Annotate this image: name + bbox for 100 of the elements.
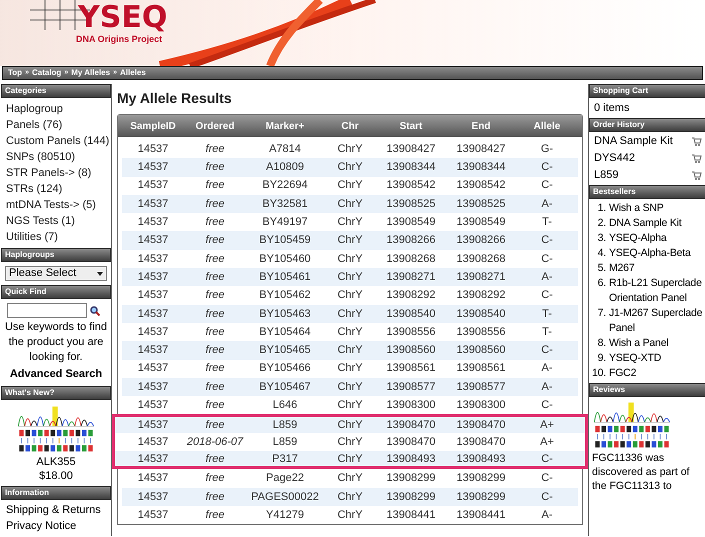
list-number: 9. (596, 351, 606, 366)
table-cell-text: free (204, 306, 226, 322)
information-link[interactable]: Shipping & Returns (6, 502, 106, 518)
table-cell-text: ChrY (336, 196, 364, 212)
table-cell-text: ChrY (336, 343, 364, 358)
table-cell-text: 14537 (136, 398, 170, 414)
table-cell-text: 13908549 (386, 215, 436, 230)
table-cell-text: 13908299 (456, 490, 506, 505)
table-cell-text: free (204, 178, 226, 194)
category-link[interactable]: Panels (76) (6, 117, 106, 133)
bestseller-link[interactable]: Wish a Panel (609, 336, 668, 351)
table-cell-text: 13908441 (386, 508, 436, 523)
cart-icon[interactable] (691, 153, 702, 164)
box-header: Order History (589, 118, 705, 132)
table-cell-text: 13908344 (386, 160, 436, 176)
table-cell-text: free (204, 215, 226, 230)
table-cell-text: T- (541, 324, 553, 340)
list-number: 1. (596, 201, 606, 216)
breadcrumb-link[interactable]: Top (8, 67, 22, 79)
bestseller-link[interactable]: YSEQ-Alpha-Beta (609, 246, 691, 261)
table-cell-text: 14537 (136, 361, 170, 376)
category-link[interactable]: NGS Tests (1) (6, 213, 106, 229)
table-cell-text: C- (540, 252, 554, 267)
table-cell-text: 14537 (136, 160, 170, 176)
bestseller-link[interactable]: M267 (609, 261, 634, 276)
column-header: Start (398, 120, 424, 134)
table-cell-text: ChrY (336, 471, 364, 486)
bestseller-link[interactable]: YSEQ-Alpha (609, 231, 667, 246)
table-cell-text: 13908266 (386, 233, 436, 248)
order-history-link[interactable]: DNA Sample Kit (594, 133, 673, 150)
table-cell-text: 13908542 (456, 178, 506, 194)
table-cell-text: PAGES00022 (250, 490, 320, 505)
table-cell-text: 13908542 (386, 178, 436, 194)
table-cell-text: 14537 (136, 252, 170, 267)
information-link[interactable]: Privacy Notice (6, 518, 106, 534)
column-header: Ordered (194, 120, 236, 134)
table-cell-text: 13908271 (456, 270, 506, 285)
category-link[interactable]: mtDNA Tests-> (5) (6, 197, 106, 213)
table-cell-text: BY105463 (258, 306, 312, 322)
table-cell-text: L859 (272, 418, 298, 434)
cart-icon[interactable] (691, 136, 702, 147)
table-cell-text: 13908344 (456, 160, 506, 176)
table-cell-text: L859 (272, 434, 298, 450)
bestseller-link[interactable]: YSEQ-XTD (609, 351, 662, 366)
table-cell-text: 13908560 (386, 343, 436, 358)
table-cell-text: BY105467 (258, 380, 312, 395)
table-cell-text: 13908470 (386, 418, 436, 434)
table-cell-text: free (204, 270, 226, 285)
table-cell-text: BY49197 (261, 215, 309, 230)
table-cell-text: 14537 (136, 178, 170, 194)
table-cell-text: 14537 (136, 490, 170, 505)
product-link[interactable]: ALK355 (36, 455, 76, 469)
table-cell-text: 13908292 (456, 288, 506, 304)
category-link[interactable]: SNPs (80510) (6, 149, 106, 165)
table-cell-text: free (204, 196, 226, 212)
bestseller-link[interactable]: DNA Sample Kit (609, 216, 682, 231)
table-cell-text: 13908300 (456, 398, 506, 414)
category-link[interactable]: STR Panels-> (8) (6, 165, 106, 181)
table-cell-text: A- (540, 196, 554, 212)
haplogroup-select[interactable]: Please Select (5, 266, 107, 281)
bestseller-link[interactable]: Wish a SNP (609, 201, 664, 216)
search-field[interactable] (7, 303, 87, 318)
table-cell-text: ChrY (336, 490, 364, 505)
category-link[interactable]: Haplogroup (6, 101, 106, 117)
box-header: Quick Find (1, 285, 111, 299)
list-number: 6. (596, 276, 606, 291)
table-cell-text: T- (541, 306, 553, 322)
table-cell-text: ChrY (336, 306, 364, 322)
table-cell-text: ChrY (336, 398, 364, 414)
bestseller-link[interactable]: R1b-L21 Superclade Orientation Panel (609, 276, 705, 306)
bestseller-link[interactable]: FGC2 (609, 366, 636, 381)
table-cell-text: 14537 (136, 508, 170, 523)
order-history-link[interactable]: L859 (594, 167, 618, 184)
table-cell-text: C- (540, 233, 554, 248)
table-cell-text: 13908549 (456, 215, 506, 230)
cart-icon[interactable] (691, 170, 702, 181)
column-header: Marker+ (264, 120, 306, 134)
table-cell-text: 13908556 (456, 324, 506, 340)
table-cell-text: 14537 (136, 324, 170, 340)
category-link[interactable]: STRs (124) (6, 181, 106, 197)
bestseller-link[interactable]: J1-M267 Superclade Panel (609, 306, 705, 336)
breadcrumb-link[interactable]: Alleles (120, 67, 146, 79)
table-cell-text: BY105462 (258, 288, 312, 304)
table-cell-text: 13908525 (456, 196, 506, 212)
table-cell-text: 13908292 (386, 288, 436, 304)
list-number: 4. (596, 246, 606, 261)
box-header: Bestsellers (589, 185, 705, 199)
breadcrumb-link[interactable]: Catalog (32, 67, 62, 79)
table-cell-text: 13908470 (456, 418, 506, 434)
list-number: 10. (591, 366, 606, 381)
table-cell-text: BY105459 (258, 233, 312, 248)
breadcrumb-link[interactable]: My Alleles (71, 67, 110, 79)
category-link[interactable]: Utilities (7) (6, 229, 106, 245)
order-history-link[interactable]: DYS442 (594, 150, 635, 167)
advanced-search-link[interactable]: Advanced Search (10, 367, 102, 382)
table-cell-text: free (204, 418, 226, 434)
search-icon[interactable] (90, 306, 100, 316)
table-cell-text: 13908268 (456, 252, 506, 267)
table-cell-text: Page22 (265, 471, 305, 486)
table-cell-text: 13908268 (386, 252, 436, 267)
